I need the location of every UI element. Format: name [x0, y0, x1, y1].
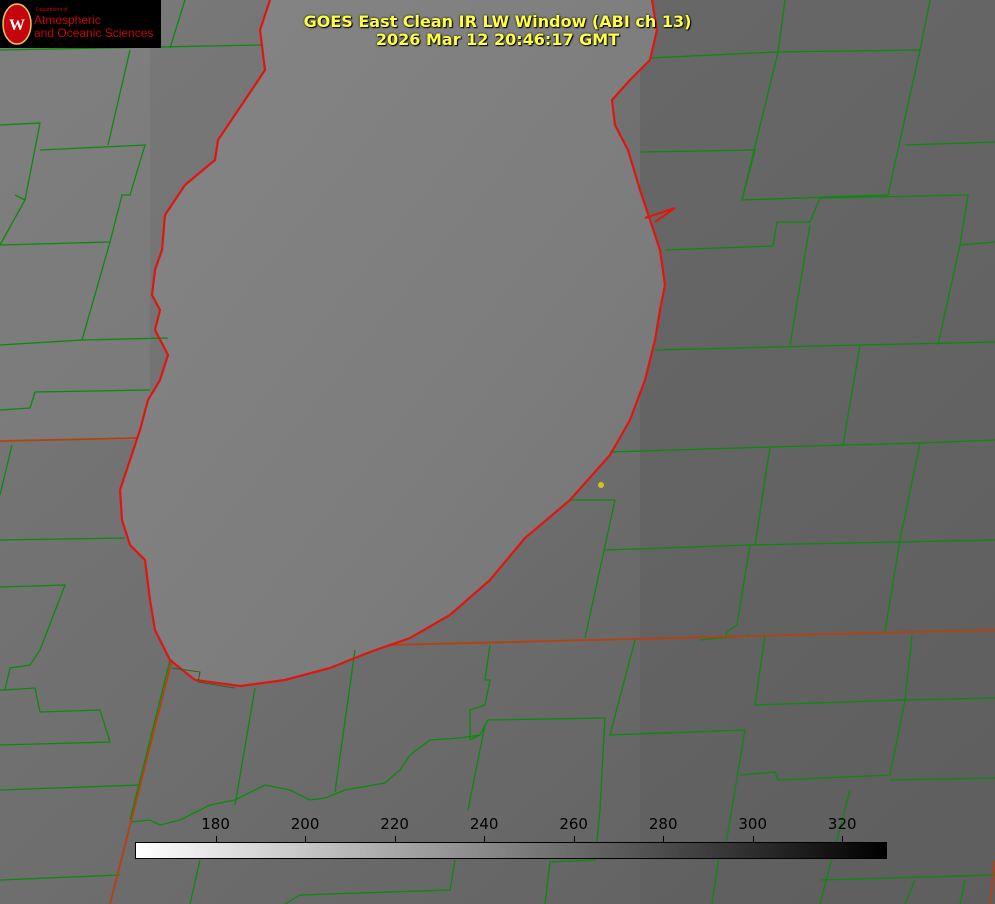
colorbar-tick-mark — [305, 836, 307, 842]
colorbar-tick-label: 200 — [290, 815, 320, 833]
satellite-map-view: W Department of Atmospheric and Oceanic … — [0, 0, 995, 904]
image-title: GOES East Clean IR LW Window (ABI ch 13) — [303, 12, 692, 31]
colorbar-tick-mark — [663, 836, 665, 842]
location-marker — [598, 482, 604, 488]
colorbar-tick-mark — [573, 836, 575, 842]
temperature-colorbar — [135, 842, 887, 859]
colorbar-tick-mark — [842, 836, 844, 842]
colorbar-tick-mark — [484, 836, 486, 842]
image-timestamp: 2026 Mar 12 20:46:17 GMT — [375, 30, 620, 49]
colorbar-tick-mark — [394, 836, 396, 842]
colorbar-tick-label: 320 — [827, 815, 857, 833]
satellite-ir-image — [0, 0, 995, 904]
colorbar-tick-label: 240 — [469, 815, 499, 833]
colorbar-tick-label: 300 — [738, 815, 768, 833]
colorbar-tick-mark — [215, 836, 217, 842]
colorbar-tick-mark — [752, 836, 754, 842]
colorbar-tick-label: 280 — [648, 815, 678, 833]
ir-light-region-left — [0, 40, 150, 440]
colorbar-tick-label: 260 — [559, 815, 588, 833]
colorbar-tick-label: 220 — [380, 815, 409, 833]
ir-dark-region-right — [640, 0, 995, 904]
colorbar-tick-label: 180 — [201, 815, 230, 833]
